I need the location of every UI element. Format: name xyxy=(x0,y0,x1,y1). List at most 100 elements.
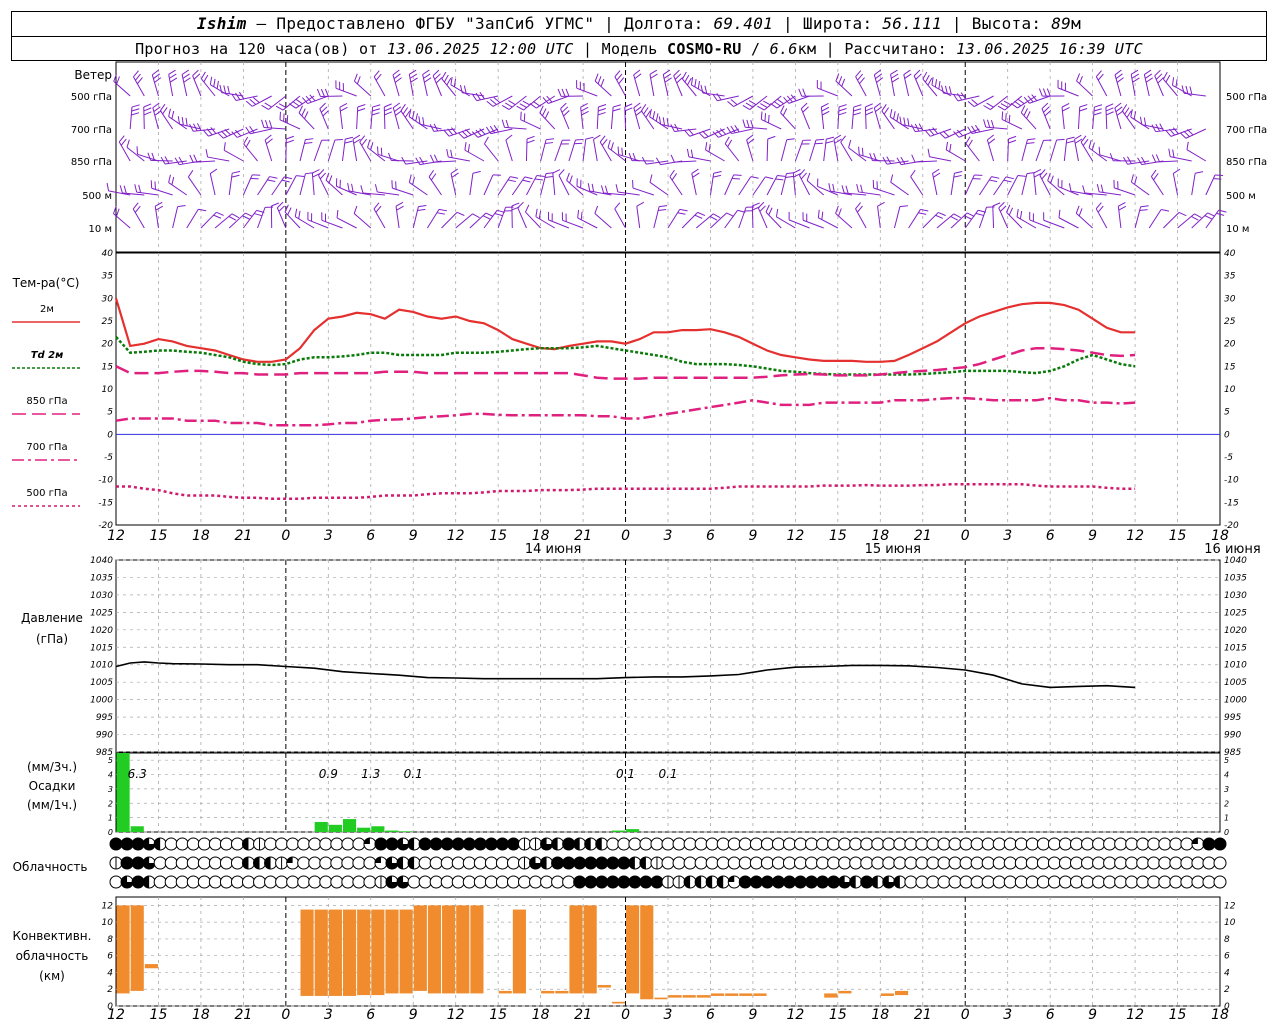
wind-barb xyxy=(428,176,442,196)
wind-barb-feather xyxy=(1130,69,1139,75)
wind-barb xyxy=(284,211,301,229)
temp-ytick-right: -20 xyxy=(1224,521,1239,531)
wind-barb-feather xyxy=(377,146,379,155)
temp-ytick: -5 xyxy=(104,453,113,463)
wind-barb xyxy=(1186,149,1207,162)
wind-barb xyxy=(596,107,599,130)
conv-ytick: 12 xyxy=(102,901,114,911)
wind-barb xyxy=(788,95,810,104)
cloud-symbol xyxy=(805,856,819,870)
cloud-symbol xyxy=(628,875,642,889)
temp-xtick: 0 xyxy=(621,528,630,544)
wind-barb-feather xyxy=(353,205,358,214)
wind-barb-feather xyxy=(935,214,944,219)
wind-barb-feather xyxy=(245,100,253,107)
cloud-symbol xyxy=(595,856,609,870)
cloud-symbol xyxy=(959,875,973,889)
cloud-symbol xyxy=(1191,875,1205,889)
wind-barb-feather xyxy=(133,70,139,78)
wind-barb-feather xyxy=(316,88,321,97)
cloud-symbol xyxy=(418,837,432,851)
wind-barb-feather xyxy=(245,139,251,148)
prec-ytick-right: 0 xyxy=(1224,828,1229,837)
wind-barb-feather xyxy=(903,69,911,75)
wind-barb xyxy=(746,139,754,162)
conv-xtick: 18 xyxy=(192,1007,210,1023)
cloud-symbol xyxy=(1125,837,1139,851)
wind-barb-feather xyxy=(694,78,697,88)
wind-barb-feather xyxy=(913,69,921,77)
wind-barb-feather xyxy=(658,208,667,211)
wind-barb-feather xyxy=(1088,140,1092,149)
cloud-symbol-fill xyxy=(408,838,415,850)
wind-barb xyxy=(441,211,458,229)
cloud-symbol xyxy=(782,875,796,889)
wind-barb-feather xyxy=(773,100,781,107)
wind-barb-feather xyxy=(193,154,198,163)
wind-barb xyxy=(1057,87,1079,97)
wind-barb-feather xyxy=(922,71,928,80)
wind-barb-feather xyxy=(1042,88,1047,97)
wind-barb-feather xyxy=(671,173,678,181)
cloud-symbol xyxy=(164,875,178,889)
cloud-symbol xyxy=(341,837,355,851)
wind-barb xyxy=(356,107,359,130)
wind-barb-feather xyxy=(1016,208,1019,217)
cloud-symbol xyxy=(374,837,388,851)
cloud-symbol xyxy=(849,837,863,851)
wind-barb-feather xyxy=(298,105,303,114)
temp-ytick: 35 xyxy=(102,272,114,282)
cloud-symbol-fill xyxy=(893,876,900,888)
wind-barb xyxy=(709,173,715,196)
prec-ytick: 1 xyxy=(108,814,113,823)
wind-barb-feather xyxy=(938,81,941,90)
cloud-symbol xyxy=(241,875,255,889)
wind-barb-feather xyxy=(987,134,995,141)
wind-barb-feather xyxy=(615,184,619,193)
wind-barb-feather xyxy=(261,104,269,110)
cloud-symbol xyxy=(584,856,598,870)
conv-bar xyxy=(342,909,357,996)
wind-barb-feather xyxy=(177,204,186,208)
conv-xtick: 18 xyxy=(532,1007,550,1023)
conv-xtick: 21 xyxy=(574,1007,592,1023)
cloud-symbol xyxy=(683,837,697,851)
wind-barb-feather xyxy=(684,129,691,137)
wind-barb-feather xyxy=(704,85,708,94)
wind-barb-feather xyxy=(948,86,952,95)
prec-ytick: 5 xyxy=(108,756,113,765)
wind-barb-feather xyxy=(785,175,794,178)
cloud-symbol xyxy=(959,856,973,870)
wind-barb-feather xyxy=(418,205,427,208)
precip-value-label: 0.1 xyxy=(616,767,635,781)
wind-barb-feather xyxy=(546,138,555,141)
wind-barb-feather xyxy=(845,185,849,194)
cloud-symbol xyxy=(1058,837,1072,851)
wind-barb xyxy=(985,126,1008,130)
wind-barb-feather xyxy=(565,88,570,97)
wind-barb-feather xyxy=(482,215,491,220)
pres-ytick-right: 995 xyxy=(1224,713,1241,723)
wind-barb-feather xyxy=(320,88,325,97)
wind-barb-feather xyxy=(853,104,862,108)
cloud-symbol-fill xyxy=(584,838,591,850)
cloud-symbols xyxy=(109,837,1227,889)
cloud-symbol xyxy=(208,837,222,851)
cloud-symbol xyxy=(1169,875,1183,889)
cloud-symbol xyxy=(1025,856,1039,870)
wind-barb-feather xyxy=(828,183,831,192)
pres-ytick: 1030 xyxy=(90,591,113,601)
wind-barb-feather xyxy=(430,173,437,181)
wind-barb-feather xyxy=(1056,138,1065,141)
wind-barb xyxy=(279,119,301,130)
wind-barb-feather xyxy=(120,138,127,146)
wind-barb-feather xyxy=(826,136,835,140)
wind-barb-feather xyxy=(535,208,538,217)
wind-barb xyxy=(745,126,768,130)
cloud-symbol xyxy=(860,875,874,889)
wind-barb xyxy=(893,206,901,229)
wind-barb xyxy=(257,176,270,196)
temp-ytick-right: -10 xyxy=(1224,476,1239,486)
wind-barb-feather xyxy=(485,212,494,217)
wind-barb xyxy=(817,185,839,196)
